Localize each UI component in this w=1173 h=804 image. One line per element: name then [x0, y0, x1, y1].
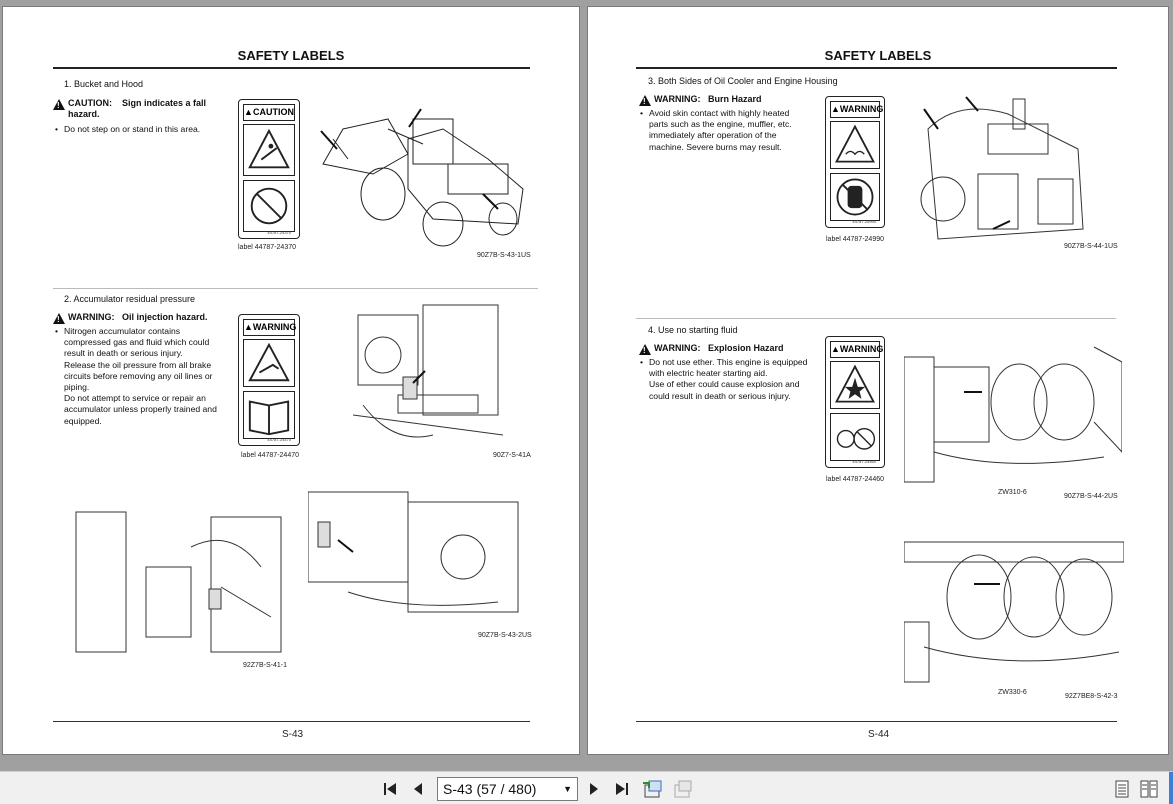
warning-heading: WARNING: Burn Hazard	[639, 94, 762, 107]
air-cleaner-illustration	[904, 342, 1122, 484]
document-page-right: SAFETY LABELS 3. Both Sides of Oil Coole…	[587, 6, 1169, 755]
last-page-button[interactable]	[610, 778, 632, 800]
section-divider	[636, 318, 1116, 319]
no-touch-hand-pictogram	[830, 173, 880, 221]
caution-heading: CAUTION: Sign indicates a fall hazard.	[53, 98, 206, 120]
scrollbar[interactable]	[1169, 772, 1173, 804]
read-manual-pictogram	[243, 391, 295, 439]
no-ether-pictogram	[830, 413, 880, 461]
section-title: 2. Accumulator residual pressure	[64, 294, 196, 304]
warning-heading: WARNING: Explosion Hazard	[639, 343, 784, 356]
previous-page-button[interactable]	[408, 778, 428, 800]
warning-triangle-icon	[53, 313, 65, 325]
next-page-icon	[590, 783, 598, 795]
page-title: SAFETY LABELS	[824, 48, 932, 63]
card-header: ▲CAUTION	[243, 104, 295, 121]
explosion-hazard-pictogram	[830, 361, 880, 409]
first-page-icon	[384, 783, 396, 795]
burn-hazard-pictogram	[830, 121, 880, 169]
page-number: S-43	[282, 729, 304, 740]
two-page-view-button[interactable]	[1138, 778, 1160, 800]
warning-label-card: ▲WARNING 44787-24990	[825, 96, 885, 228]
title-rule	[636, 67, 1117, 69]
figure-caption: 90Z7B-S-43-1US	[477, 252, 531, 259]
footer-rule	[53, 721, 530, 722]
two-page-icon	[1140, 780, 1158, 798]
section-divider	[53, 288, 538, 289]
figure-caption: 92Z7B-S-41-1	[243, 662, 287, 669]
engine-housing-illustration	[918, 89, 1088, 241]
footer-rule	[636, 721, 1117, 722]
back-view-icon	[643, 780, 662, 798]
injection-hazard-pictogram	[243, 339, 295, 387]
bullet-item: • Avoid skin contact with highly heated …	[640, 108, 792, 152]
chevron-down-icon: ▼	[563, 784, 572, 794]
first-page-button[interactable]	[380, 778, 402, 800]
warning-heading: WARNING: Oil injection hazard.	[53, 312, 208, 325]
page-navigation-toolbar: S-43 (57 / 480) ▼	[0, 771, 1173, 804]
model-caption: ZW330-6	[998, 689, 1027, 696]
air-cleaner-illustration-2	[904, 532, 1124, 684]
section-title: 4. Use no starting fluid	[648, 325, 738, 335]
next-page-button[interactable]	[584, 778, 604, 800]
model-caption: ZW310-6	[998, 489, 1027, 496]
wheel-loader-illustration	[313, 99, 531, 249]
forward-view-icon	[674, 780, 692, 798]
accumulator-illustration	[353, 295, 503, 447]
label-caption: label 44787-24990	[826, 236, 884, 243]
filter-illustration	[308, 482, 523, 627]
prohibition-pictogram	[243, 180, 295, 232]
title-rule	[53, 67, 530, 69]
previous-page-icon	[414, 783, 422, 795]
valve-panel-illustration	[71, 507, 286, 657]
label-caption: label 44787-24460	[826, 476, 884, 483]
go-forward-view-button[interactable]	[670, 778, 694, 800]
card-header: ▲WARNING	[830, 341, 883, 358]
single-page-icon	[1115, 780, 1129, 798]
figure-caption: 90Z7B-S-44-2US	[1064, 493, 1118, 500]
figure-caption: 90Z7-S-41A	[493, 452, 531, 459]
card-header: ▲WARNING	[243, 319, 296, 336]
caution-triangle-icon	[53, 99, 65, 111]
label-caption: label 44787-24470	[241, 452, 299, 459]
bullet-item: • Do not step on or stand in this area.	[55, 124, 201, 134]
card-header: ▲WARNING	[830, 101, 883, 118]
warning-triangle-icon	[639, 95, 651, 107]
section-title: 1. Bucket and Hood	[64, 79, 144, 89]
figure-caption: 90Z7B-S-43-2US	[478, 632, 532, 639]
page-title: SAFETY LABELS	[237, 48, 345, 63]
label-caption: label 44787-24370	[238, 244, 296, 251]
caution-label-card: ▲CAUTION 44787-24370	[238, 99, 300, 239]
document-page-left: SAFETY LABELS 1. Bucket and Hood CAUTION…	[2, 6, 580, 755]
page-number: S-44	[868, 729, 890, 740]
bullet-item: • Nitrogen accumulator contains compress…	[55, 326, 217, 426]
figure-caption: 90Z7B-S-44-1US	[1064, 243, 1118, 250]
section-title: 3. Both Sides of Oil Cooler and Engine H…	[648, 76, 838, 86]
bullet-item: • Do not use ether. This engine is equip…	[640, 357, 808, 401]
single-page-view-button[interactable]	[1112, 778, 1132, 800]
figure-caption: 92Z7BE8-S-42-3	[1065, 693, 1118, 700]
last-page-icon	[616, 783, 628, 795]
fall-hazard-pictogram	[243, 124, 295, 176]
go-back-view-button[interactable]	[640, 778, 664, 800]
warning-label-card: ▲WARNING 44787-24460	[825, 336, 885, 468]
warning-triangle-icon	[639, 344, 651, 356]
page-select-dropdown[interactable]: S-43 (57 / 480) ▼	[437, 777, 578, 801]
warning-label-card: ▲WARNING 44787-24470	[238, 314, 300, 446]
